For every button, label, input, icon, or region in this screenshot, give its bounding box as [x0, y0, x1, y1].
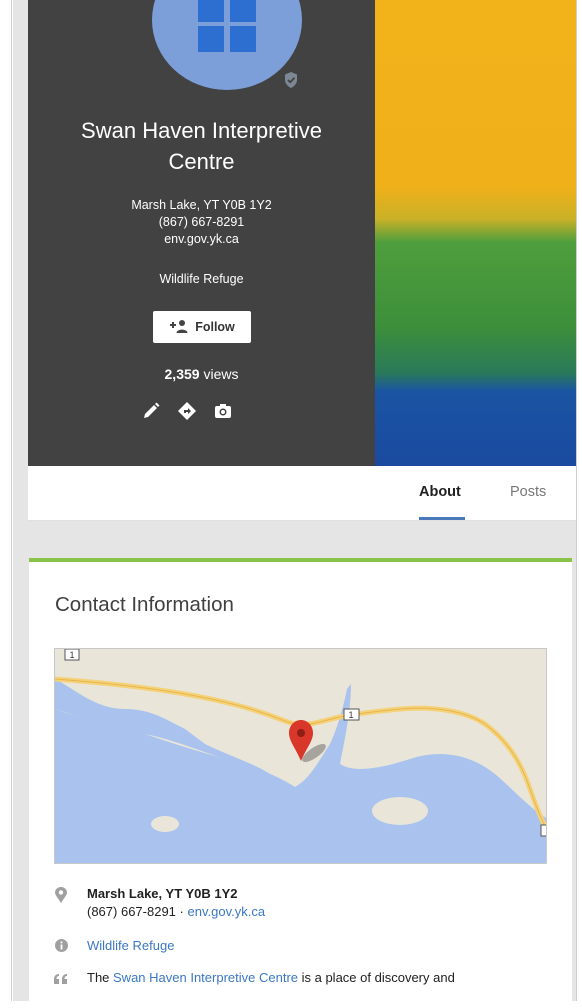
verified-badge-icon	[284, 72, 298, 88]
description-prefix: The	[87, 970, 114, 985]
contact-website-link[interactable]: env.gov.yk.ca	[188, 904, 266, 919]
description-link[interactable]: Swan Haven Interpretive Centre	[113, 970, 298, 985]
map-route-label-2: 1	[348, 710, 353, 720]
views-count: 2,359 views	[28, 366, 375, 382]
contact-phone[interactable]: (867) 667-8291	[87, 904, 176, 919]
window-right-border	[576, 0, 582, 1001]
header-phone[interactable]: (867) 667-8291	[28, 214, 375, 231]
follow-label: Follow	[195, 320, 235, 334]
contact-phone-web: (867) 667-8291 · env.gov.yk.ca	[87, 904, 265, 919]
follow-button[interactable]: Follow	[153, 311, 251, 343]
quote-icon	[54, 972, 68, 986]
gift-icon	[198, 0, 256, 52]
active-tab-indicator	[419, 517, 465, 520]
views-number: 2,359	[164, 366, 200, 382]
header-actions	[140, 401, 250, 423]
card-title: Contact Information	[55, 593, 234, 616]
description-suffix: is a place of discovery and	[298, 970, 455, 985]
contact-description: The Swan Haven Interpretive Centre is a …	[87, 970, 455, 985]
header-contact-block: Marsh Lake, YT Y0B 1Y2 (867) 667-8291 en…	[28, 197, 375, 248]
views-label: views	[203, 366, 239, 382]
header-address: Marsh Lake, YT Y0B 1Y2	[131, 198, 272, 212]
window-left-border	[0, 0, 12, 1001]
camera-icon[interactable]	[212, 401, 234, 423]
page-title-line1: Swan Haven Interpretive	[81, 118, 322, 143]
contact-address: Marsh Lake, YT Y0B 1Y2	[87, 886, 238, 901]
contact-category-link[interactable]: Wildlife Refuge	[87, 938, 174, 953]
add-person-icon	[169, 319, 189, 336]
header-category: Wildlife Refuge	[159, 272, 244, 286]
tab-posts[interactable]: Posts	[510, 484, 546, 500]
page-title-line2: Centre	[168, 149, 235, 174]
tab-about[interactable]: About	[419, 484, 461, 500]
map-route-label-1: 1	[69, 650, 74, 660]
directions-icon[interactable]	[176, 401, 198, 423]
profile-avatar[interactable]	[152, 0, 302, 90]
contact-information-card: Contact Information 1 1 Marsh Lake, YT Y…	[29, 558, 572, 1008]
header-website[interactable]: env.gov.yk.ca	[28, 231, 375, 248]
cover-photo	[375, 0, 576, 466]
pencil-icon[interactable]	[140, 401, 162, 423]
contact-separator: ·	[179, 904, 184, 919]
info-icon	[54, 939, 68, 953]
map-pin-icon	[54, 887, 68, 903]
tab-bar: About Posts	[28, 466, 576, 521]
page-title: Swan Haven Interpretive Centre	[28, 115, 375, 177]
location-map[interactable]: 1 1	[54, 648, 547, 864]
